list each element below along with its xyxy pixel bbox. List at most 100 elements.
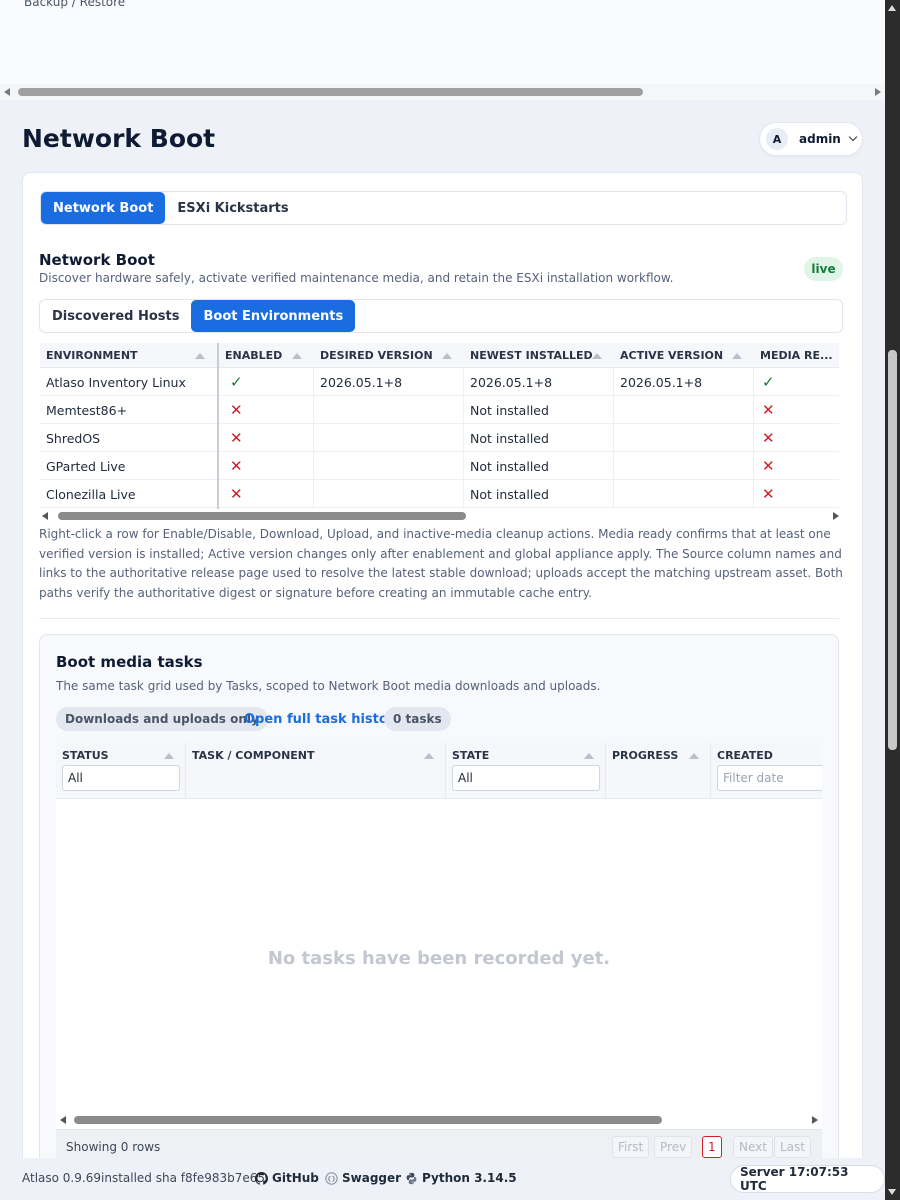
environment-name: GParted Live (46, 458, 126, 474)
scroll-down-icon[interactable] (888, 1189, 896, 1195)
grid-help-text: Right-click a row for Enable/Disable, Do… (39, 527, 843, 600)
sub-tabs: Discovered Hosts Boot Environments (39, 299, 843, 333)
first-page-button[interactable]: First (612, 1136, 650, 1158)
desired-version (314, 396, 320, 424)
grid-horizontal-scrollbar[interactable] (56, 1113, 822, 1127)
tasks-grid: STATUS TASK / COMPONENT STATE PROGRESS (56, 743, 822, 1171)
environment-name: Atlaso Inventory Linux (46, 374, 186, 390)
state-filter-input[interactable] (452, 765, 600, 791)
column-divider (613, 368, 614, 509)
media-ready-check-icon: ✓ (762, 373, 775, 391)
column-header-progress[interactable]: PROGRESS (612, 749, 678, 762)
page-title: Network Boot (22, 124, 216, 153)
column-header-environment[interactable]: ENVIRONMENT (40, 343, 218, 368)
column-divider (753, 368, 754, 509)
github-icon (255, 1172, 268, 1185)
column-header-created[interactable]: CREATED (717, 749, 773, 762)
sort-icon[interactable] (195, 353, 205, 359)
tab-network-boot[interactable]: Network Boot (41, 192, 166, 224)
newest-installed: Not installed (470, 486, 549, 502)
status-filter-input[interactable] (62, 765, 180, 791)
boot-media-tasks-panel: Boot media tasks The same task grid used… (39, 634, 839, 1171)
swagger-link[interactable]: {} Swagger (325, 1171, 401, 1185)
media-ready-x-icon: ✕ (762, 429, 775, 447)
column-task-component: TASK / COMPONENT (186, 743, 446, 799)
top-horizontal-scrollbar[interactable] (0, 84, 885, 100)
scope-chip: Downloads and uploads only (56, 707, 268, 731)
table-row[interactable]: GParted Live ✕ Not installed ✕ (40, 452, 839, 480)
prev-page-button[interactable]: Prev (654, 1136, 693, 1158)
page-vertical-scrollbar[interactable] (885, 0, 900, 1200)
svg-text:{}: {} (327, 1175, 336, 1183)
server-time-badge: Server 17:07:53 UTC (730, 1165, 885, 1193)
grid-header: STATUS TASK / COMPONENT STATE PROGRESS (56, 743, 822, 799)
active-version (614, 396, 620, 424)
scrollbar-thumb[interactable] (888, 350, 897, 750)
table-row[interactable]: ShredOS ✕ Not installed ✕ (40, 424, 839, 452)
sort-icon[interactable] (732, 353, 742, 359)
divider (39, 618, 839, 619)
newest-installed: Not installed (470, 402, 549, 418)
scroll-left-icon[interactable] (4, 88, 10, 96)
top-content-area: Backup / Restore (0, 0, 885, 100)
scroll-right-icon[interactable] (812, 1116, 818, 1124)
breadcrumb[interactable]: Backup / Restore (24, 0, 125, 9)
github-link[interactable]: GitHub (255, 1171, 319, 1185)
enabled-x-icon: ✕ (230, 429, 243, 447)
sort-icon[interactable] (442, 353, 452, 359)
row-count-label: Showing 0 rows (66, 1140, 161, 1154)
swagger-icon: {} (325, 1172, 338, 1185)
column-header-status[interactable]: STATUS (62, 749, 109, 762)
tab-esxi-kickstarts[interactable]: ESXi Kickstarts (165, 192, 300, 224)
environment-name: ShredOS (46, 430, 101, 446)
desired-version (314, 452, 320, 480)
newest-installed: Not installed (470, 430, 549, 446)
environment-name: Clonezilla Live (46, 486, 136, 502)
scrollbar-thumb[interactable] (74, 1116, 662, 1124)
sort-icon[interactable] (292, 353, 302, 359)
desired-version: 2026.05.1+8 (320, 374, 403, 390)
user-menu-button[interactable]: A admin (759, 122, 863, 156)
task-count-badge: 0 tasks (384, 707, 451, 731)
active-version (614, 480, 620, 508)
open-task-history-link[interactable]: Open full task history (244, 712, 403, 727)
scroll-left-icon[interactable] (42, 512, 48, 520)
enabled-check-icon: ✓ (230, 373, 243, 391)
enabled-x-icon: ✕ (230, 401, 243, 419)
desired-version (314, 424, 320, 452)
table-row[interactable]: Clonezilla Live ✕ Not installed ✕ (40, 480, 839, 508)
sort-icon[interactable] (164, 753, 174, 759)
boot-environments-grid: ENVIRONMENT ENABLED DESIRED VERSION NEWE… (40, 343, 839, 509)
column-header-task-component[interactable]: TASK / COMPONENT (192, 749, 315, 762)
sort-icon[interactable] (424, 753, 434, 759)
tab-boot-environments[interactable]: Boot Environments (191, 300, 356, 332)
desired-version (314, 480, 320, 508)
scroll-left-icon[interactable] (60, 1116, 66, 1124)
scrollbar-thumb[interactable] (18, 88, 643, 96)
scrollbar-thumb[interactable] (58, 512, 466, 520)
scroll-right-icon[interactable] (833, 512, 839, 520)
newest-installed: 2026.05.1+8 (470, 374, 553, 390)
app-footer: Atlaso 0.9.69 installed sha f8fe983b7e65… (0, 1158, 885, 1200)
sort-icon[interactable] (584, 753, 594, 759)
created-date-filter-input[interactable] (717, 765, 822, 791)
column-divider (313, 368, 314, 509)
next-page-button[interactable]: Next (733, 1136, 773, 1158)
enabled-x-icon: ✕ (230, 485, 243, 503)
column-header-media-ready[interactable]: MEDIA RE... (754, 343, 839, 368)
table-row[interactable]: Atlaso Inventory Linux ✓ 2026.05.1+8 202… (40, 368, 839, 396)
media-ready-x-icon: ✕ (762, 457, 775, 475)
table-row[interactable]: Memtest86+ ✕ Not installed ✕ (40, 396, 839, 424)
user-name: admin (799, 132, 841, 146)
scroll-up-icon[interactable] (888, 5, 896, 11)
sort-icon[interactable] (689, 753, 699, 759)
tab-discovered-hosts[interactable]: Discovered Hosts (40, 300, 191, 332)
media-ready-x-icon: ✕ (762, 485, 775, 503)
grid-horizontal-scrollbar[interactable] (40, 509, 839, 523)
last-page-button[interactable]: Last (774, 1136, 811, 1158)
sort-icon[interactable] (592, 353, 602, 359)
scroll-right-icon[interactable] (875, 88, 881, 96)
status-badge: live (804, 257, 843, 281)
current-page-button[interactable]: 1 (702, 1136, 722, 1158)
column-header-state[interactable]: STATE (452, 749, 489, 762)
